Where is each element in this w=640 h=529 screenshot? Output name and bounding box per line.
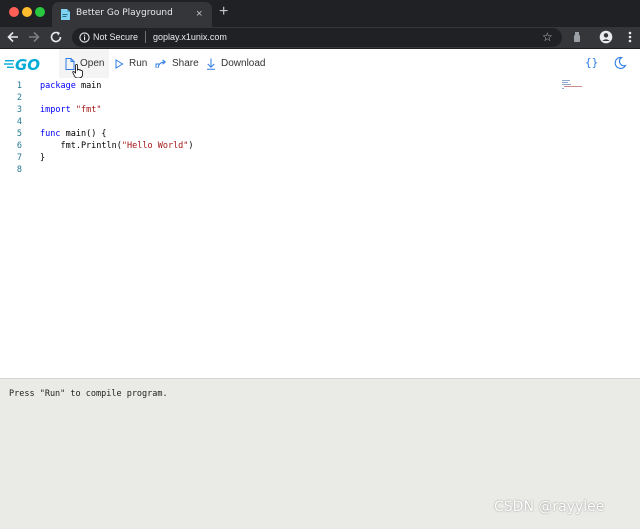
hand-pointer-cursor-icon	[72, 64, 83, 79]
code-line[interactable]: 1 package main	[0, 80, 560, 92]
new-tab-button[interactable]: +	[219, 3, 228, 21]
code-token: )	[188, 141, 194, 151]
open-button[interactable]: Open	[59, 49, 109, 78]
output-message: Press "Run" to compile program.	[9, 389, 168, 399]
line-number: 2	[16, 93, 22, 103]
code-line[interactable]: 8	[0, 164, 560, 176]
line-number: 4	[16, 117, 22, 127]
svg-text:GO: GO	[15, 56, 40, 73]
share-button[interactable]: Share	[155, 49, 199, 78]
code-string: "Hello World"	[121, 141, 189, 151]
line-number: 5	[16, 129, 22, 139]
line-number: 1	[16, 81, 22, 91]
download-icon	[207, 58, 215, 70]
watermark-text: CSDN @rayylee	[494, 499, 605, 515]
tab-close-icon[interactable]: ×	[196, 8, 202, 20]
window-maximize-button[interactable]	[35, 7, 45, 17]
window-minimize-button[interactable]	[22, 7, 32, 17]
code-token: main() {	[60, 129, 107, 139]
browser-tab-strip: Better Go Playground × +	[0, 0, 640, 27]
code-keyword: package	[40, 81, 76, 91]
code-line[interactable]: 6 fmt.Println("Hello World")	[0, 140, 560, 152]
info-icon[interactable]	[79, 32, 90, 43]
code-keyword: func	[40, 129, 61, 139]
back-arrow-icon[interactable]	[6, 30, 20, 44]
line-number: 7	[16, 153, 22, 163]
browser-tab-active[interactable]: Better Go Playground ×	[52, 2, 212, 27]
editor-minimap[interactable]	[562, 80, 584, 90]
code-editor[interactable]: 1 package main 2 3 import "fmt" 4 5 func main()…	[0, 78, 640, 378]
address-bar[interactable]: Not Secure goplay.x1unix.com ☆	[72, 28, 562, 47]
line-number: 3	[16, 105, 22, 115]
run-button-label: Run	[129, 58, 148, 69]
code-token: }	[40, 153, 46, 163]
extension-icon[interactable]	[570, 30, 584, 44]
url-text[interactable]: goplay.x1unix.com	[153, 32, 227, 42]
line-number: 6	[16, 141, 22, 151]
code-token: fmt.Println(	[40, 141, 122, 151]
code-keyword: import	[40, 105, 71, 115]
forward-arrow-icon[interactable]	[27, 30, 41, 44]
window-close-button[interactable]	[9, 7, 19, 17]
download-button[interactable]: Download	[206, 49, 265, 78]
line-code: package main	[40, 80, 101, 92]
playground-header: GO Open Run Share Download {}	[0, 49, 640, 78]
code-token: main	[75, 81, 102, 91]
page-favicon-icon	[61, 9, 70, 20]
code-string: "fmt"	[75, 105, 102, 115]
play-icon	[115, 58, 124, 69]
go-logo[interactable]: GO	[4, 55, 44, 73]
browser-menu-icon[interactable]	[623, 30, 637, 44]
download-button-label: Download	[221, 58, 266, 69]
code-line[interactable]: 7}	[0, 152, 560, 164]
profile-avatar-icon[interactable]	[599, 30, 613, 44]
tab-title: Better Go Playground	[76, 8, 173, 18]
bookmark-star-icon[interactable]: ☆	[542, 30, 553, 44]
line-code: fmt.Println("Hello World")	[40, 140, 194, 152]
format-code-icon[interactable]: {}	[585, 56, 598, 69]
run-button[interactable]: Run	[114, 49, 147, 78]
share-icon	[155, 58, 166, 68]
line-code: func main() {	[40, 128, 107, 140]
code-line[interactable]: 2	[0, 92, 560, 104]
browser-toolbar: Not Secure goplay.x1unix.com ☆	[0, 27, 640, 49]
line-code: }	[40, 152, 45, 164]
dark-mode-moon-icon[interactable]	[613, 56, 627, 70]
code-line[interactable]: 4	[0, 116, 560, 128]
share-button-label: Share	[172, 58, 199, 69]
line-number: 8	[16, 165, 22, 175]
reload-icon[interactable]	[49, 30, 63, 44]
code-line[interactable]: 5 func main() {	[0, 128, 560, 140]
code-line[interactable]: 3 import "fmt"	[0, 104, 560, 116]
security-status-label[interactable]: Not Secure	[93, 32, 138, 42]
address-divider	[145, 31, 146, 43]
line-code: import "fmt"	[40, 104, 101, 116]
